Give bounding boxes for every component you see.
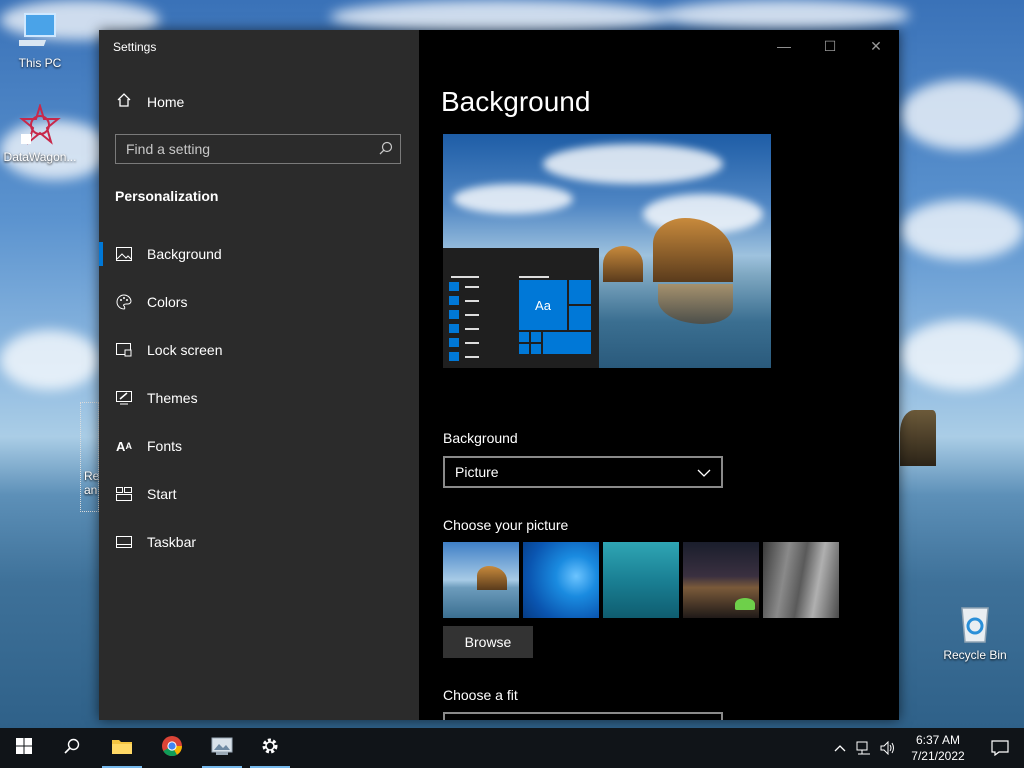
clock[interactable]: 6:37 AM 7/21/2022 — [900, 732, 976, 764]
content-pane: Background Aa Background Picture Choose … — [419, 30, 899, 720]
desktop-icon-label: This PC — [18, 56, 62, 70]
settings-window: Settings Home Personalization Background… — [99, 30, 899, 720]
start-icon — [115, 487, 133, 501]
sidebar: Settings Home Personalization Background… — [99, 30, 419, 720]
browse-button[interactable]: Browse — [443, 626, 533, 658]
search-box — [115, 134, 401, 164]
this-pc-icon — [9, 10, 61, 52]
fonts-icon: AA — [116, 438, 132, 454]
preview-tile: Aa — [519, 280, 567, 330]
taskbar: 6:37 AM 7/21/2022 — [0, 728, 1024, 768]
datawagon-icon — [19, 102, 61, 146]
desktop-icon-recycle-bin[interactable]: Recycle Bin — [935, 602, 1015, 662]
background-preview: Aa — [443, 134, 771, 368]
search-icon — [64, 738, 80, 759]
search-icon[interactable] — [372, 141, 400, 158]
nav-item-label: Colors — [147, 294, 188, 310]
taskbar-photos-app[interactable] — [198, 728, 246, 768]
picture-thumbnail[interactable] — [763, 542, 839, 618]
system-tray: 6:37 AM 7/21/2022 — [828, 728, 1024, 768]
nav-home-label: Home — [147, 93, 185, 110]
nav-item-start[interactable]: Start — [99, 470, 419, 518]
desktop-icon-label: DataWagon... — [3, 150, 77, 164]
taskbar-chrome[interactable] — [148, 728, 196, 768]
recycle-bin-icon — [954, 602, 996, 644]
section-label: Personalization — [115, 188, 219, 204]
picture-icon — [115, 247, 133, 261]
desktop-icon-label: Recycle Bin — [943, 648, 1007, 662]
themes-icon — [115, 391, 133, 405]
nav-item-label: Taskbar — [147, 534, 197, 550]
nav-item-taskbar[interactable]: Taskbar — [99, 518, 419, 566]
nav-list: Background Colors Lock screen Themes AA … — [99, 230, 419, 566]
nav-item-themes[interactable]: Themes — [99, 374, 419, 422]
palette-icon — [115, 294, 133, 310]
page-title: Background — [441, 86, 591, 117]
desktop-icon-this-pc[interactable]: This PC — [0, 10, 80, 70]
photos-icon — [210, 736, 234, 761]
folder-icon — [111, 737, 133, 760]
choose-fit-label: Choose a fit — [443, 687, 518, 703]
network-icon[interactable] — [852, 741, 876, 755]
lock-screen-icon — [115, 343, 133, 357]
taskbar-settings[interactable] — [246, 728, 294, 768]
desktop-icon-partial[interactable]: Re an — [80, 402, 99, 512]
picture-thumbnail[interactable] — [523, 542, 599, 618]
taskbar-search-button[interactable] — [48, 728, 96, 768]
nav-item-label: Themes — [147, 390, 198, 406]
clock-time: 6:37 AM — [915, 733, 961, 747]
chevron-down-icon — [697, 464, 711, 480]
background-dropdown-value: Picture — [455, 464, 499, 480]
window-title: Settings — [113, 40, 157, 54]
picture-thumbnail[interactable] — [603, 542, 679, 618]
background-label: Background — [443, 430, 518, 446]
windows-logo-icon — [16, 737, 32, 759]
chevron-up-icon[interactable] — [828, 744, 852, 752]
taskbar-file-explorer[interactable] — [98, 728, 146, 768]
nav-item-label: Lock screen — [147, 342, 223, 358]
search-input[interactable] — [116, 140, 372, 158]
desktop-icon-datawagon[interactable]: DataWagon... — [0, 102, 80, 164]
home-icon — [115, 92, 133, 111]
nav-home[interactable]: Home — [115, 92, 184, 111]
choose-picture-label: Choose your picture — [443, 517, 569, 533]
picture-thumbnails — [443, 542, 839, 618]
gear-icon — [260, 736, 280, 761]
nav-item-fonts[interactable]: AA Fonts — [99, 422, 419, 470]
volume-icon[interactable] — [876, 741, 900, 755]
picture-thumbnail[interactable] — [683, 542, 759, 618]
choose-fit-dropdown[interactable] — [443, 712, 723, 720]
nav-item-lock-screen[interactable]: Lock screen — [99, 326, 419, 374]
taskbar-icon — [115, 536, 133, 548]
nav-item-colors[interactable]: Colors — [99, 278, 419, 326]
clock-date: 7/21/2022 — [911, 749, 965, 763]
nav-item-label: Fonts — [147, 438, 183, 454]
picture-thumbnail[interactable] — [443, 542, 519, 618]
nav-item-background[interactable]: Background — [99, 230, 419, 278]
notifications-icon[interactable] — [976, 740, 1024, 756]
start-button[interactable] — [0, 728, 48, 768]
nav-item-label: Background — [147, 246, 222, 262]
nav-item-label: Start — [147, 486, 177, 502]
background-dropdown[interactable]: Picture — [443, 456, 723, 488]
chrome-icon — [161, 735, 183, 762]
